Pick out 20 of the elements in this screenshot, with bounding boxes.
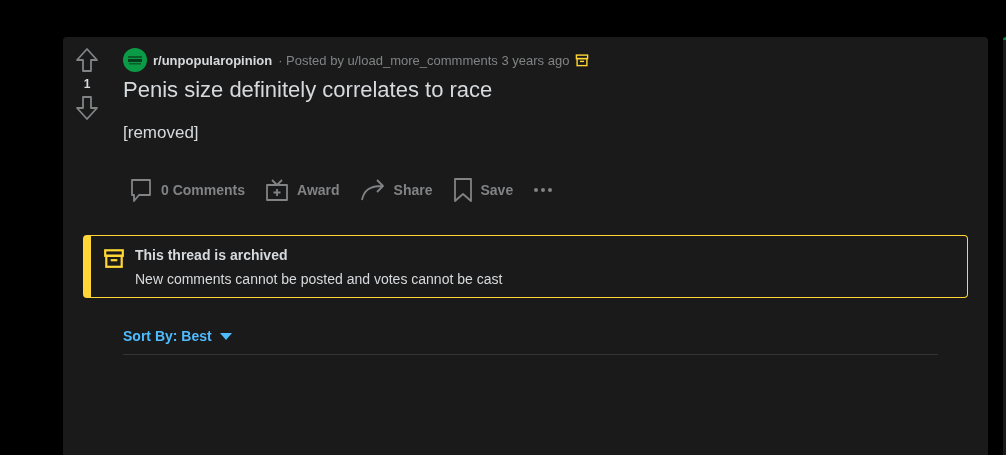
- banner-text: New comments cannot be posted and votes cannot be cast: [135, 271, 503, 287]
- more-icon: [533, 187, 554, 193]
- post-meta: · Posted by u/load_more_commments 3 years ago: [278, 52, 570, 68]
- bookmark-icon: [452, 177, 473, 203]
- award-button[interactable]: Award: [257, 172, 348, 208]
- share-arrow-icon: [359, 178, 386, 202]
- sort-dropdown[interactable]: Sort By: Best: [123, 328, 232, 344]
- save-button[interactable]: Save: [444, 171, 522, 209]
- upvote-icon[interactable]: [75, 47, 99, 73]
- post-body: [removed]: [123, 123, 200, 143]
- subreddit-link[interactable]: r/unpopularopinion: [153, 52, 273, 68]
- banner-title: This thread is archived: [135, 247, 289, 263]
- caret-icon: [219, 332, 232, 340]
- downvote-icon[interactable]: [75, 95, 99, 121]
- vote-count: 1: [83, 77, 91, 91]
- post-title: Penis size definitely correlates to race: [123, 77, 494, 103]
- comments-button[interactable]: 0 Comments: [121, 171, 254, 209]
- share-button[interactable]: Share: [351, 172, 441, 208]
- comment-icon: [129, 177, 153, 203]
- subreddit-icon[interactable]: [123, 48, 147, 72]
